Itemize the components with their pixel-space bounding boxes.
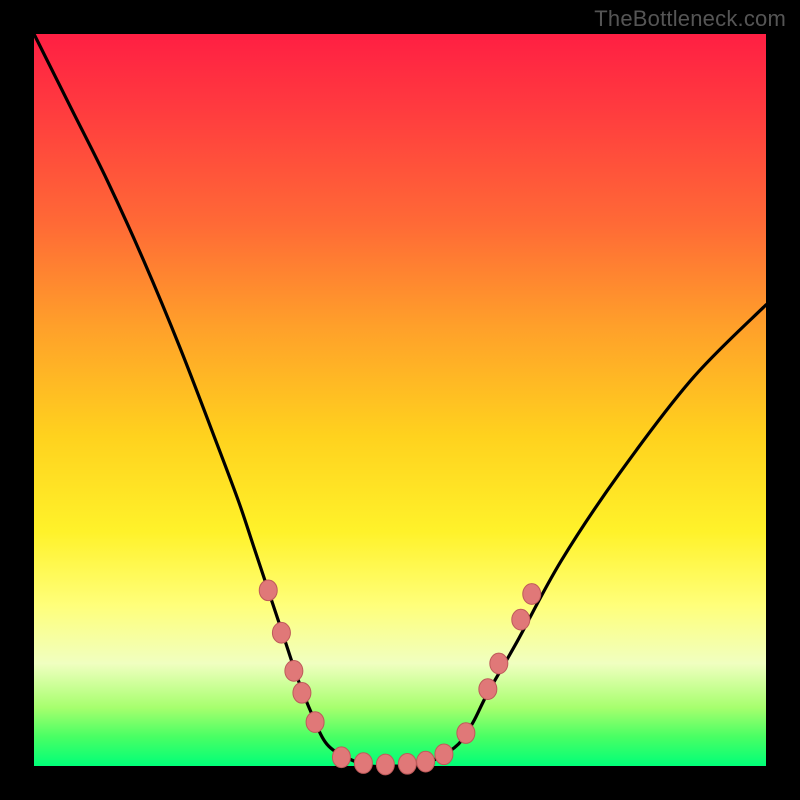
curve-svg <box>34 34 766 766</box>
curve-marker <box>398 753 416 774</box>
curve-marker <box>354 753 372 774</box>
curve-markers <box>259 580 541 775</box>
curve-marker <box>259 580 277 601</box>
curve-marker <box>272 622 290 643</box>
curve-marker <box>293 682 311 703</box>
curve-marker <box>376 754 394 775</box>
bottleneck-curve <box>34 34 766 767</box>
curve-marker <box>457 723 475 744</box>
curve-marker <box>417 751 435 772</box>
curve-marker <box>285 660 303 681</box>
curve-marker <box>523 584 541 605</box>
curve-marker <box>490 653 508 674</box>
curve-marker <box>479 679 497 700</box>
curve-marker <box>332 747 350 768</box>
curve-marker <box>306 712 324 733</box>
curve-marker <box>435 744 453 765</box>
plot-area <box>34 34 766 766</box>
curve-marker <box>512 609 530 630</box>
watermark-text: TheBottleneck.com <box>594 6 786 32</box>
chart-frame: TheBottleneck.com <box>0 0 800 800</box>
